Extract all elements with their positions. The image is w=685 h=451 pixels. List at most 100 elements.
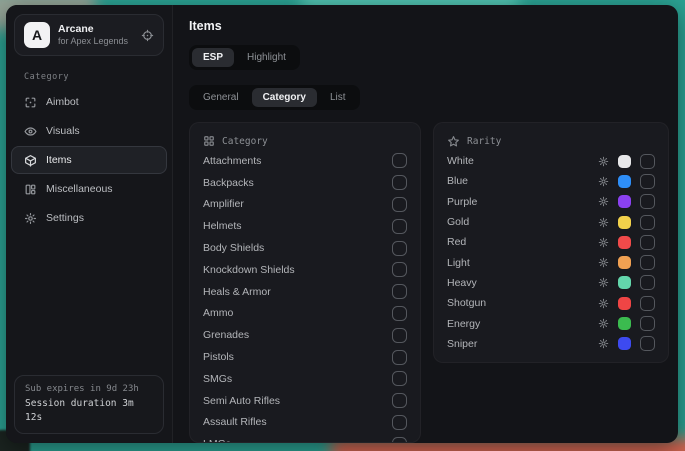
rarity-label: Heavy <box>447 277 598 289</box>
cog-icon[interactable] <box>598 257 609 268</box>
color-swatch[interactable] <box>618 236 631 249</box>
tab-general[interactable]: General <box>192 88 250 107</box>
category-row-amplifier: Amplifier <box>203 194 407 216</box>
tab-esp[interactable]: ESP <box>192 48 234 67</box>
category-label: Assault Rifles <box>203 416 267 428</box>
checkbox[interactable] <box>640 255 655 270</box>
category-label: LMGs <box>203 438 231 443</box>
cog-icon[interactable] <box>598 176 609 187</box>
checkbox[interactable] <box>640 194 655 209</box>
cog-icon[interactable] <box>598 217 609 228</box>
rarity-list: WhiteBluePurpleGoldRedLightHeavyShotgunE… <box>447 151 655 354</box>
checkbox[interactable] <box>640 154 655 169</box>
cog-icon[interactable] <box>598 338 609 349</box>
sidebar: A Arcane for Apex Legends Category Aimbo… <box>6 5 173 443</box>
checkbox[interactable] <box>392 153 407 168</box>
tab-list[interactable]: List <box>319 88 357 107</box>
rarity-label: Gold <box>447 216 598 228</box>
sidebar-item-settings[interactable]: Settings <box>11 204 167 232</box>
category-row-smgs: SMGs <box>203 368 407 390</box>
category-label: Pistols <box>203 351 234 363</box>
color-swatch[interactable] <box>618 155 631 168</box>
crosshair-icon <box>24 96 37 109</box>
checkbox[interactable] <box>640 174 655 189</box>
rarity-label: Blue <box>447 175 598 187</box>
cog-icon[interactable] <box>598 237 609 248</box>
cog-icon[interactable] <box>598 277 609 288</box>
rarity-row-sniper: Sniper <box>447 334 655 354</box>
sidebar-item-aimbot[interactable]: Aimbot <box>11 88 167 116</box>
sidebar-item-visuals[interactable]: Visuals <box>11 117 167 145</box>
checkbox[interactable] <box>640 275 655 290</box>
rarity-panel-header: Rarity <box>447 133 655 151</box>
checkbox[interactable] <box>640 296 655 311</box>
main-content: Items ESPHighlight GeneralCategoryList C… <box>173 5 678 443</box>
sidebar-item-items[interactable]: Items <box>11 146 167 174</box>
checkbox[interactable] <box>392 262 407 277</box>
squares-icon <box>203 135 215 147</box>
category-row-backpacks: Backpacks <box>203 172 407 194</box>
category-row-knockdown-shields: Knockdown Shields <box>203 259 407 281</box>
cog-icon[interactable] <box>598 298 609 309</box>
checkbox[interactable] <box>392 306 407 321</box>
sidebar-item-label: Items <box>46 154 72 166</box>
color-swatch[interactable] <box>618 297 631 310</box>
checkbox[interactable] <box>392 197 407 212</box>
rarity-label: Light <box>447 257 598 269</box>
color-swatch[interactable] <box>618 337 631 350</box>
checkbox[interactable] <box>392 284 407 299</box>
checkbox[interactable] <box>392 350 407 365</box>
color-swatch[interactable] <box>618 195 631 208</box>
mode-tab-group: ESPHighlight <box>189 45 300 70</box>
rarity-row-blue: Blue <box>447 171 655 191</box>
view-tab-group: GeneralCategoryList <box>189 85 360 110</box>
checkbox[interactable] <box>392 415 407 430</box>
rarity-panel: Rarity WhiteBluePurpleGoldRedLightHeavyS… <box>433 122 669 363</box>
rarity-panel-title: Rarity <box>467 136 501 147</box>
checkbox[interactable] <box>392 241 407 256</box>
category-row-grenades: Grenades <box>203 324 407 346</box>
color-swatch[interactable] <box>618 276 631 289</box>
sidebar-item-label: Miscellaneous <box>46 183 113 195</box>
rarity-row-heavy: Heavy <box>447 273 655 293</box>
color-swatch[interactable] <box>618 175 631 188</box>
sidebar-section-label: Category <box>24 72 172 82</box>
color-swatch[interactable] <box>618 216 631 229</box>
rarity-row-light: Light <box>447 252 655 272</box>
category-row-pistols: Pistols <box>203 346 407 368</box>
checkbox[interactable] <box>640 235 655 250</box>
checkbox[interactable] <box>640 336 655 351</box>
category-row-assault-rifles: Assault Rifles <box>203 412 407 434</box>
checkbox[interactable] <box>640 215 655 230</box>
checkbox[interactable] <box>392 219 407 234</box>
cog-icon[interactable] <box>598 156 609 167</box>
rarity-label: Shotgun <box>447 297 598 309</box>
grid-icon <box>24 183 37 196</box>
category-panel-title: Category <box>222 136 268 147</box>
color-swatch[interactable] <box>618 256 631 269</box>
sidebar-item-label: Aimbot <box>46 96 79 108</box>
checkbox[interactable] <box>392 328 407 343</box>
category-panel: Category AttachmentsBackpacksAmplifierHe… <box>189 122 421 443</box>
sub-expires-text: Sub expires in 9d 23h <box>25 383 153 397</box>
category-label: Knockdown Shields <box>203 264 295 276</box>
checkbox[interactable] <box>392 371 407 386</box>
checkbox[interactable] <box>392 175 407 190</box>
sidebar-item-miscellaneous[interactable]: Miscellaneous <box>11 175 167 203</box>
gear-icon <box>24 212 37 225</box>
tab-category[interactable]: Category <box>252 88 317 107</box>
color-swatch[interactable] <box>618 317 631 330</box>
category-label: Helmets <box>203 220 242 232</box>
cog-icon[interactable] <box>598 196 609 207</box>
sidebar-item-label: Visuals <box>46 125 80 137</box>
checkbox[interactable] <box>392 393 407 408</box>
rarity-row-purple: Purple <box>447 192 655 212</box>
cog-icon[interactable] <box>598 318 609 329</box>
category-row-body-shields: Body Shields <box>203 237 407 259</box>
checkbox[interactable] <box>392 437 407 443</box>
target-icon[interactable] <box>141 29 154 42</box>
checkbox[interactable] <box>640 316 655 331</box>
sidebar-nav: Aimbot Visuals Items Miscellaneous Settings <box>6 88 172 232</box>
tab-highlight[interactable]: Highlight <box>236 48 297 67</box>
rarity-row-gold: Gold <box>447 212 655 232</box>
